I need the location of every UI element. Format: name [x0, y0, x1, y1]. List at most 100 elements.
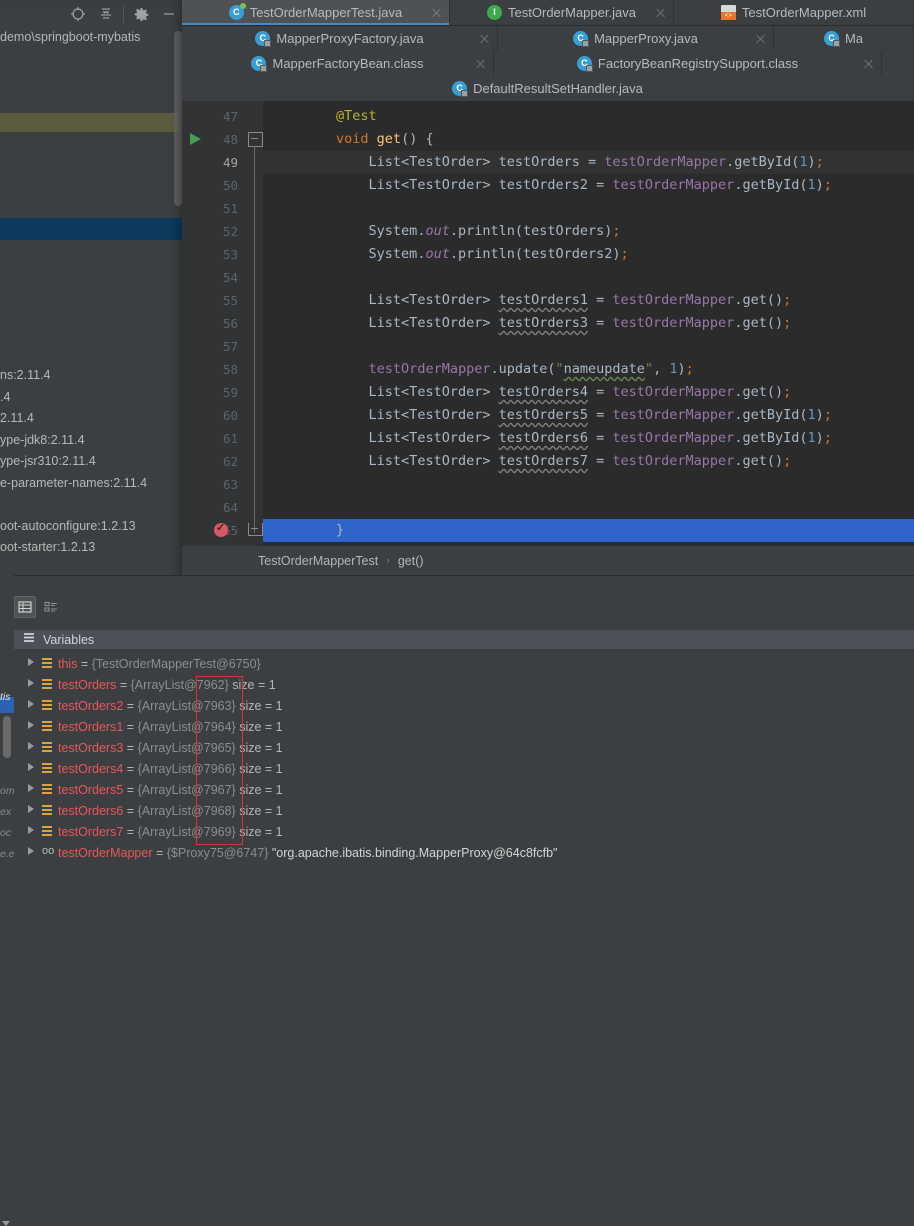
variable-row[interactable]: testOrders2 = {ArrayList@7963} size = 1: [14, 696, 914, 717]
variable-value: {ArrayList@7964}: [137, 720, 236, 734]
dependency-item[interactable]: ype-jdk8:2.11.4: [0, 430, 182, 452]
fold-collapse-icon[interactable]: [248, 132, 263, 147]
editor-gutter[interactable]: 4647484950515253545556575859606162636465: [182, 101, 246, 546]
line-number: 49: [222, 155, 238, 170]
code-editor[interactable]: 4647484950515253545556575859606162636465…: [182, 101, 914, 546]
variable-row[interactable]: testOrders5 = {ArrayList@7967} size = 1: [14, 780, 914, 801]
project-tool-window[interactable]: demo\springboot-mybatis ns:2.11.4 .4 2.1…: [0, 0, 185, 583]
expand-arrow-icon[interactable]: [28, 763, 34, 771]
code-line[interactable]: List<TestOrder> testOrders1 = testOrderM…: [263, 289, 914, 312]
breadcrumb[interactable]: TestOrderMapperTest › get(): [182, 546, 914, 575]
variable-row[interactable]: testOrderMapper = {$Proxy75@6747} "org.a…: [14, 843, 914, 864]
dependency-item[interactable]: 2.11.4: [0, 408, 182, 430]
code-line[interactable]: List<TestOrder> testOrders3 = testOrderM…: [263, 312, 914, 335]
editor-tab[interactable]: I TestOrderMapper.java: [450, 0, 674, 25]
minimize-icon[interactable]: [158, 3, 180, 25]
variables-view-icon[interactable]: [14, 596, 36, 618]
editor-tab[interactable]: C MapperProxy.java: [498, 26, 774, 51]
line-number: 65: [222, 523, 238, 538]
expand-arrow-icon[interactable]: [28, 805, 34, 813]
code-line[interactable]: @Test: [263, 105, 914, 128]
code-line[interactable]: }: [263, 519, 914, 542]
close-tab-icon[interactable]: [475, 58, 486, 69]
expand-arrow-icon[interactable]: [28, 742, 34, 750]
breakpoint-verified-icon[interactable]: [214, 521, 228, 537]
variable-row[interactable]: testOrders1 = {ArrayList@7964} size = 1: [14, 717, 914, 738]
equals-sign: =: [123, 699, 138, 713]
editor-tab-row: C MapperFactoryBean.class C FactoryBeanRegi…: [182, 51, 914, 76]
breadcrumb-method[interactable]: get(): [398, 554, 424, 568]
editor-tab[interactable]: C FactoryBeanRegistrySupport.class: [494, 51, 882, 76]
code-line[interactable]: List<TestOrder> testOrders = testOrderMa…: [263, 151, 914, 174]
variable-row[interactable]: testOrders6 = {ArrayList@7968} size = 1: [14, 801, 914, 822]
dependency-item[interactable]: oot-starter:1.2.13: [0, 537, 182, 559]
code-line[interactable]: System.out.println(testOrders);: [263, 220, 914, 243]
variables-tree[interactable]: this = {TestOrderMapperTest@6750} testOrd…: [14, 654, 914, 883]
expand-arrow-icon[interactable]: [28, 826, 34, 834]
breadcrumb-class[interactable]: TestOrderMapperTest: [258, 554, 378, 568]
watches-view-icon[interactable]: [40, 596, 62, 618]
equals-sign: =: [123, 804, 138, 818]
close-tab-icon[interactable]: [755, 33, 766, 44]
java-test-class-icon: C: [228, 3, 246, 20]
tree-collapse-caret-icon[interactable]: [2, 1221, 10, 1226]
run-test-icon[interactable]: [190, 133, 201, 145]
editor-tab[interactable]: [882, 51, 914, 76]
dependency-item[interactable]: e-parameter-names:2.11.4: [0, 473, 182, 495]
code-line[interactable]: List<TestOrder> testOrders4 = testOrderM…: [263, 381, 914, 404]
panel-divider[interactable]: [0, 575, 914, 576]
dependency-item[interactable]: .4: [0, 387, 182, 409]
editor-tab-label: FactoryBeanRegistrySupport.class: [597, 56, 799, 71]
variable-row[interactable]: testOrders = {ArrayList@7962} size = 1: [14, 675, 914, 696]
code-line[interactable]: List<TestOrder> testOrders2 = testOrderM…: [263, 174, 914, 197]
code-line[interactable]: [263, 197, 914, 220]
variables-tab-header[interactable]: Variables: [14, 630, 914, 649]
background-scrollbar[interactable]: [3, 716, 11, 758]
code-line[interactable]: void get() {: [263, 128, 914, 151]
code-line[interactable]: [263, 266, 914, 289]
expand-arrow-icon[interactable]: [28, 847, 34, 855]
code-line[interactable]: testOrderMapper.update("nameupdate", 1);: [263, 358, 914, 381]
close-tab-icon[interactable]: [431, 7, 442, 18]
highlighted-tree-row[interactable]: [0, 113, 178, 132]
expand-arrow-icon[interactable]: [28, 658, 34, 666]
variables-title: Variables: [43, 632, 95, 647]
variable-row[interactable]: testOrders3 = {ArrayList@7965} size = 1: [14, 738, 914, 759]
selected-tree-row[interactable]: [0, 218, 182, 240]
editor-tab[interactable]: C MapperProxyFactory.java: [182, 26, 498, 51]
close-tab-icon[interactable]: [655, 7, 666, 18]
dependency-item[interactable]: oot-autoconfigure:1.2.13: [0, 516, 182, 538]
variable-row[interactable]: testOrders4 = {ArrayList@7966} size = 1: [14, 759, 914, 780]
editor-tab[interactable]: C TestOrderMapperTest.java: [182, 0, 450, 25]
collapse-all-icon[interactable]: [95, 3, 117, 25]
editor-tab[interactable]: C DefaultResultSetHandler.java: [182, 76, 914, 101]
expand-arrow-icon[interactable]: [28, 700, 34, 708]
dependency-item[interactable]: ype-jsr310:2.11.4: [0, 451, 182, 473]
dependency-item[interactable]: ns:2.11.4: [0, 365, 182, 387]
code-content[interactable]: @Test void get() { List<TestOrder> testO…: [263, 101, 914, 546]
expand-arrow-icon[interactable]: [28, 679, 34, 687]
editor-tab[interactable]: TestOrderMapper.xml: [674, 0, 914, 25]
code-line[interactable]: [263, 496, 914, 519]
variable-row[interactable]: this = {TestOrderMapperTest@6750}: [14, 654, 914, 675]
tool-window-actions: [67, 3, 180, 25]
variable-row[interactable]: testOrders7 = {ArrayList@7969} size = 1: [14, 822, 914, 843]
expand-arrow-icon[interactable]: [28, 721, 34, 729]
dependency-item[interactable]: [0, 494, 182, 516]
code-line[interactable]: List<TestOrder> testOrders5 = testOrderM…: [263, 404, 914, 427]
code-line[interactable]: [263, 335, 914, 358]
code-line[interactable]: List<TestOrder> testOrders6 = testOrderM…: [263, 427, 914, 450]
editor-tab[interactable]: C MapperFactoryBean.class: [182, 51, 494, 76]
expand-arrow-icon[interactable]: [28, 784, 34, 792]
code-line[interactable]: List<TestOrder> testOrders7 = testOrderM…: [263, 450, 914, 473]
dependency-list[interactable]: ns:2.11.4 .4 2.11.4 ype-jdk8:2.11.4 ype-…: [0, 365, 182, 559]
code-line[interactable]: System.out.println(testOrders2);: [263, 243, 914, 266]
fold-end-icon[interactable]: [248, 523, 263, 536]
editor-tab[interactable]: C Ma: [774, 26, 914, 51]
close-tab-icon[interactable]: [863, 58, 874, 69]
code-line[interactable]: [263, 473, 914, 496]
locate-icon[interactable]: [67, 3, 89, 25]
settings-gear-icon[interactable]: [130, 3, 152, 25]
close-tab-icon[interactable]: [479, 33, 490, 44]
tool-window-scrollbar[interactable]: [174, 31, 182, 206]
